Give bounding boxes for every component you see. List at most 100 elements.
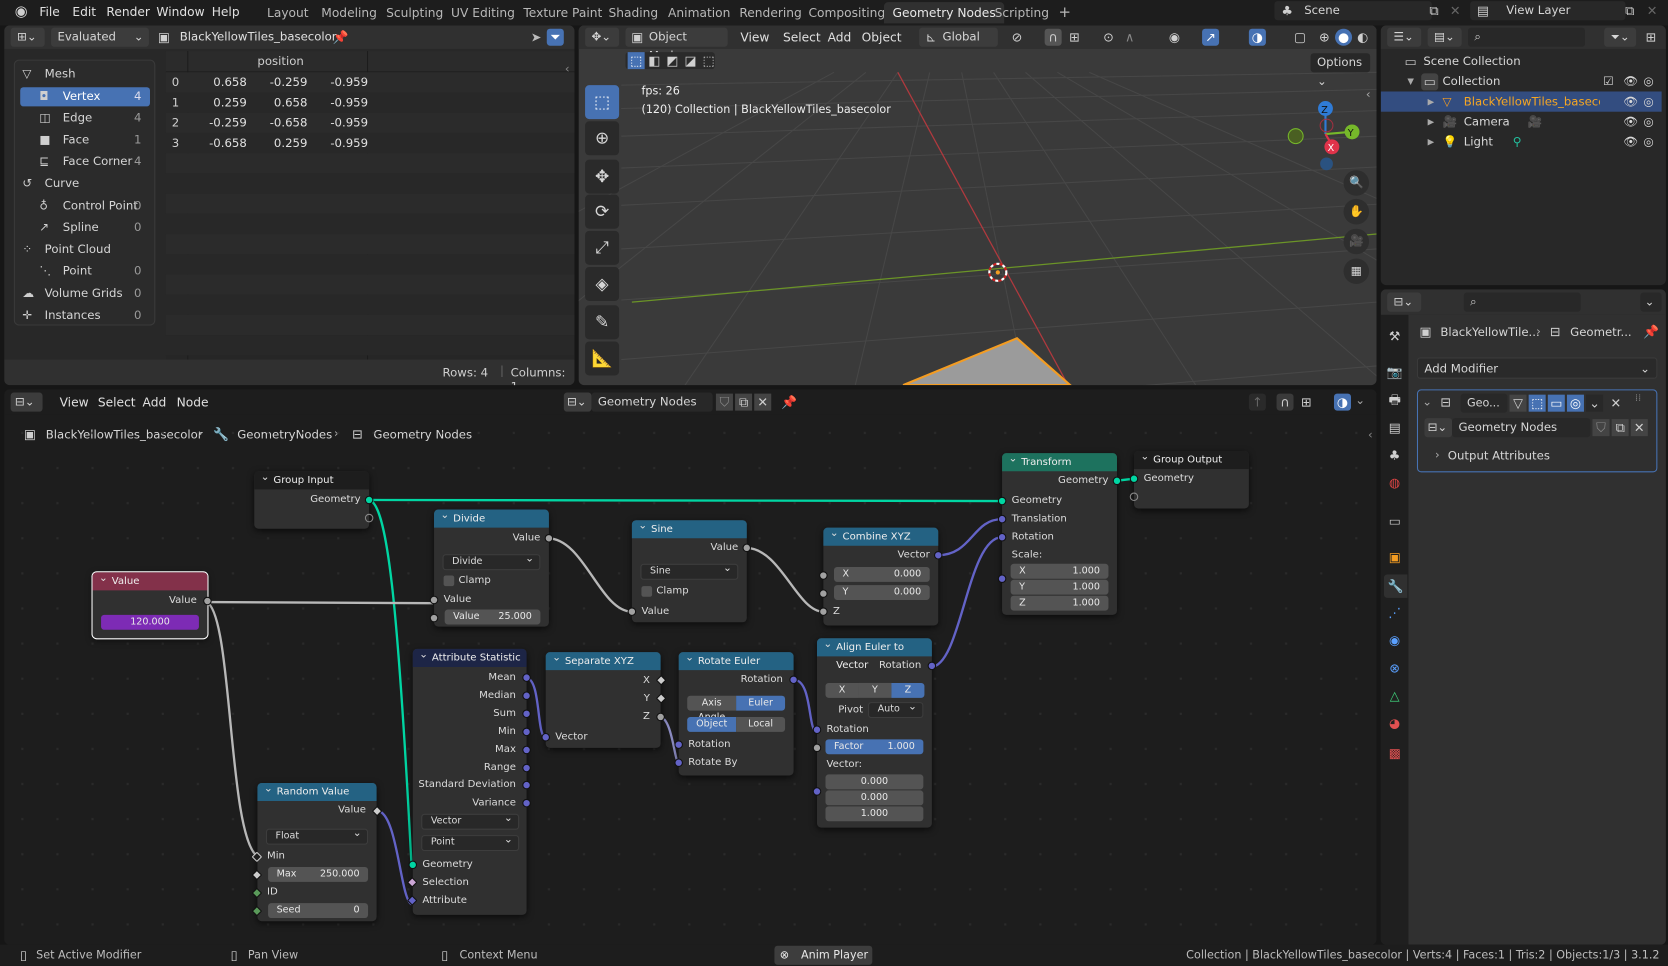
z-output-socket[interactable] (656, 712, 665, 722)
falloff-icon[interactable]: ∧ (1121, 29, 1138, 46)
column-header-position[interactable]: position (257, 54, 303, 68)
outliner-item[interactable]: ▶ ▽ BlackYellowTiles_basecolor 👁 ◎ (1380, 91, 1662, 112)
modifier-name-field[interactable]: Geo... (1460, 393, 1508, 413)
eye-icon[interactable]: 👁 (1623, 112, 1638, 132)
node-transform[interactable]: Transform Geometry Geometry Translation … (997, 450, 1122, 615)
fake-user-icon[interactable]: ⛉ (1592, 419, 1610, 437)
collapse-arrow-icon[interactable]: ‹ (565, 62, 570, 76)
new-scene-icon[interactable]: ⧉ (1425, 2, 1442, 19)
modifier-tab-icon[interactable]: 🔧 (1383, 574, 1408, 598)
transform-tool-icon[interactable]: ◈ (585, 267, 620, 302)
node-align-euler-to-vector[interactable]: Align Euler to Vector Rotation X Y Z Piv… (812, 635, 937, 828)
menu-file[interactable]: File (37, 0, 62, 23)
perspective-toggle-icon[interactable]: ▦ (1343, 258, 1370, 285)
x-field[interactable]: X 0.000 (834, 566, 930, 582)
expand-arrow-icon[interactable]: ▶ (1428, 112, 1435, 132)
camera-data-icon[interactable]: 🎥 (1528, 112, 1543, 132)
select-subtract-icon[interactable]: ◩ (664, 52, 681, 69)
axis-angle-toggle[interactable]: Axis Angle (687, 695, 737, 723)
expand-arrow-icon[interactable]: ▶ (1428, 132, 1435, 152)
node-menu-select[interactable]: Select (96, 390, 138, 413)
domain-item[interactable]: ◫ Edge 4 (20, 109, 150, 128)
new-collection-icon[interactable]: ⊞ (1642, 29, 1659, 46)
pan-view-icon[interactable]: ✋ (1343, 198, 1370, 225)
value-field[interactable]: 120.000 (101, 614, 199, 630)
unlink-icon[interactable]: ✕ (1630, 419, 1648, 437)
scale-x-field[interactable]: X 1.000 (1010, 563, 1109, 579)
domain-select[interactable]: Point (421, 833, 520, 852)
viewport-menu-add[interactable]: Add (825, 26, 853, 49)
tab-shading[interactable]: Shading (600, 2, 667, 23)
view-layer-tab-icon[interactable]: ▤ (1386, 419, 1403, 436)
light-data-icon[interactable]: ⚲ (1513, 132, 1522, 152)
menu-edit[interactable]: Edit (70, 0, 98, 23)
filter-icon[interactable]: ⏷ (546, 28, 564, 46)
solid-shading-icon[interactable]: ● (1335, 28, 1353, 46)
viewport-toggle-icon[interactable]: ▭ (1547, 394, 1565, 412)
domain-item[interactable]: ⊑ Face Corner 4 (20, 153, 150, 172)
chevron-down-icon[interactable]: ⌄ (1355, 394, 1365, 408)
clamp-checkbox[interactable] (443, 575, 455, 587)
render-camera-icon[interactable]: ◎ (1644, 132, 1654, 152)
tab-compositing[interactable]: Compositing (800, 2, 894, 23)
y-field[interactable]: Y 0.000 (834, 585, 930, 600)
node-sine[interactable]: Sine Value Sine Clamp Value (627, 517, 752, 623)
duplicate-icon[interactable]: ⧉ (1611, 419, 1629, 437)
rotate-by-input-socket[interactable] (674, 758, 683, 767)
rotation-output-socket[interactable] (927, 661, 937, 671)
modifier-menu-icon[interactable]: ⌄ (1586, 394, 1604, 412)
rotation-input-socket[interactable] (812, 725, 822, 735)
clamp-checkbox[interactable] (641, 586, 653, 597)
snap-icon[interactable]: ∩ (1276, 393, 1294, 411)
value-input-socket[interactable] (429, 595, 439, 605)
exclude-checkbox[interactable]: ☑ (1603, 71, 1614, 91)
tab-texture-paint[interactable]: Texture Paint (515, 2, 611, 23)
snap-target-icon[interactable]: ⊞ (1066, 29, 1083, 46)
tab-rendering[interactable]: Rendering (731, 2, 811, 23)
vector-input-socket[interactable] (541, 732, 550, 742)
node-editor[interactable]: ⊟⌄ View Select Add Node ⊟⌄ Geometry Node… (4, 389, 1377, 945)
delete-scene-icon[interactable]: ✕ (1447, 2, 1464, 19)
outliner-item[interactable]: ▶ 🎥 Camera 👁 ◎ 🎥 (1381, 112, 1662, 132)
blender-logo-icon[interactable]: ◉ (13, 3, 30, 20)
pin-icon[interactable]: 📌 (332, 29, 349, 46)
eye-icon[interactable]: 👁 (1623, 91, 1638, 111)
output-socket[interactable] (522, 673, 531, 682)
empty-output-socket[interactable] (364, 513, 374, 523)
value-output-socket[interactable] (203, 596, 212, 606)
select-extend-icon[interactable]: ◧ (646, 52, 663, 69)
overlay-icon[interactable]: ◑ (1248, 28, 1266, 46)
axis-x-toggle[interactable]: X (825, 682, 859, 698)
node-menu-node[interactable]: Node (174, 390, 210, 413)
editor-type-button[interactable]: ☰⌄ (1387, 27, 1422, 47)
options-button[interactable]: Options ⌄ (1310, 53, 1371, 88)
operation-select[interactable]: Sine (640, 562, 739, 580)
parent-tree-icon[interactable]: ↑ (1248, 393, 1266, 411)
scale-tool-icon[interactable]: ⤢ (585, 230, 620, 265)
value-output-socket[interactable] (742, 543, 752, 553)
editor-type-button[interactable]: ⊟⌄ (1387, 292, 1422, 312)
node-tree-type-button[interactable]: ⊟⌄ (563, 392, 592, 412)
scale-z-field[interactable]: Z 1.000 (1010, 595, 1109, 611)
physics-tab-icon[interactable]: ◉ (1386, 632, 1403, 649)
vector-y-field[interactable]: 0.000 (825, 790, 924, 806)
viewport-menu-select[interactable]: Select (781, 26, 823, 49)
annotate-tool-icon[interactable]: ✎ (585, 305, 620, 340)
move-tool-icon[interactable]: ✥ (585, 159, 620, 194)
scene-selector[interactable]: ♣ Scene (1274, 1, 1432, 21)
outliner-scene-collection[interactable]: ▭ Scene Collection (1381, 51, 1662, 71)
value-input-socket[interactable] (627, 607, 637, 616)
editor-type-button[interactable]: ⊞⌄ (10, 27, 45, 47)
render-camera-icon[interactable]: ◎ (1644, 71, 1654, 91)
sidebar-toggle-icon[interactable]: ‹ (1366, 87, 1371, 101)
seed-field[interactable]: Seed 0 (268, 903, 369, 919)
delete-view-layer-icon[interactable]: ✕ (1644, 2, 1661, 19)
particles-tab-icon[interactable]: ⋰ (1386, 604, 1403, 621)
rotation-output-socket[interactable] (789, 675, 798, 685)
display-mode-select[interactable]: Evaluated ⌄ (51, 27, 149, 47)
node-menu-add[interactable]: Add (140, 390, 168, 413)
properties-search-input[interactable]: ⌕ (1463, 292, 1581, 312)
value-output-socket[interactable] (544, 534, 554, 543)
unlink-icon[interactable]: ✕ (754, 393, 772, 411)
editor-type-button[interactable]: ⊟⌄ (10, 392, 43, 412)
